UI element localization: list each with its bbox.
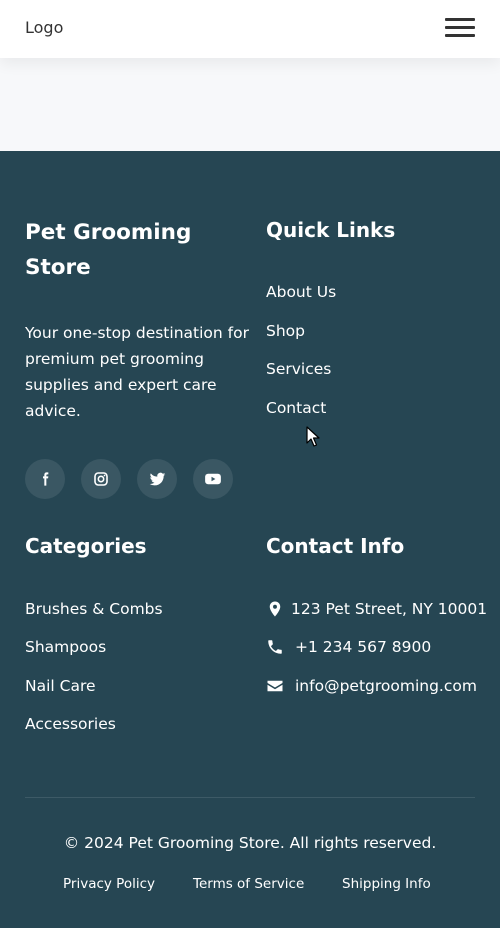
categories-title: Categories [25,534,147,558]
location-pin-icon [269,601,281,617]
menu-button[interactable] [444,15,476,41]
quick-link-contact[interactable]: Contact [266,398,326,418]
instagram-icon [94,472,108,486]
footer-brand-description: Your one-stop destination for premium pe… [25,324,249,420]
twitter-icon [149,472,165,485]
shipping-info-link[interactable]: Shipping Info [342,875,431,893]
category-link-shampoos[interactable]: Shampoos [25,637,106,657]
social-youtube-button[interactable] [193,459,233,499]
social-instagram-button[interactable] [81,459,121,499]
contact-info-title: Contact Info [266,534,405,558]
youtube-icon [205,473,221,485]
contact-phone-text[interactable]: +1 234 567 8900 [295,637,431,657]
site-footer: Pet Grooming Store Your one-stop destina… [0,151,500,928]
category-link-accessories[interactable]: Accessories [25,714,116,734]
quick-link-shop[interactable]: Shop [266,321,305,341]
footer-divider [25,797,475,798]
social-twitter-button[interactable] [137,459,177,499]
contact-email-text[interactable]: info@petgrooming.com [295,676,477,696]
facebook-icon [43,472,49,486]
hamburger-line [445,26,475,29]
footer-brand-title: Pet Grooming Store [25,220,192,280]
quick-link-services[interactable]: Services [266,359,331,379]
quick-links-title: Quick Links [266,218,396,242]
page-content-strip [0,58,500,151]
copyright-text: © 2024 Pet Grooming Store. All rights re… [63,834,437,852]
hamburger-line [445,34,475,37]
privacy-policy-link[interactable]: Privacy Policy [63,875,155,893]
contact-address-text: 123 Pet Street, NY 10001 [291,600,488,618]
mouse-cursor-icon [306,426,320,447]
logo[interactable]: Logo [25,18,63,38]
hamburger-menu-icon [445,18,475,21]
phone-icon [268,640,282,654]
site-header: Logo [0,0,500,58]
category-link-brushes-combs[interactable]: Brushes & Combs [25,599,163,619]
envelope-icon [267,680,283,692]
category-link-nail-care[interactable]: Nail Care [25,676,96,696]
terms-of-service-link[interactable]: Terms of Service [193,875,304,893]
quick-link-about-us[interactable]: About Us [266,282,336,302]
social-facebook-button[interactable] [25,459,65,499]
